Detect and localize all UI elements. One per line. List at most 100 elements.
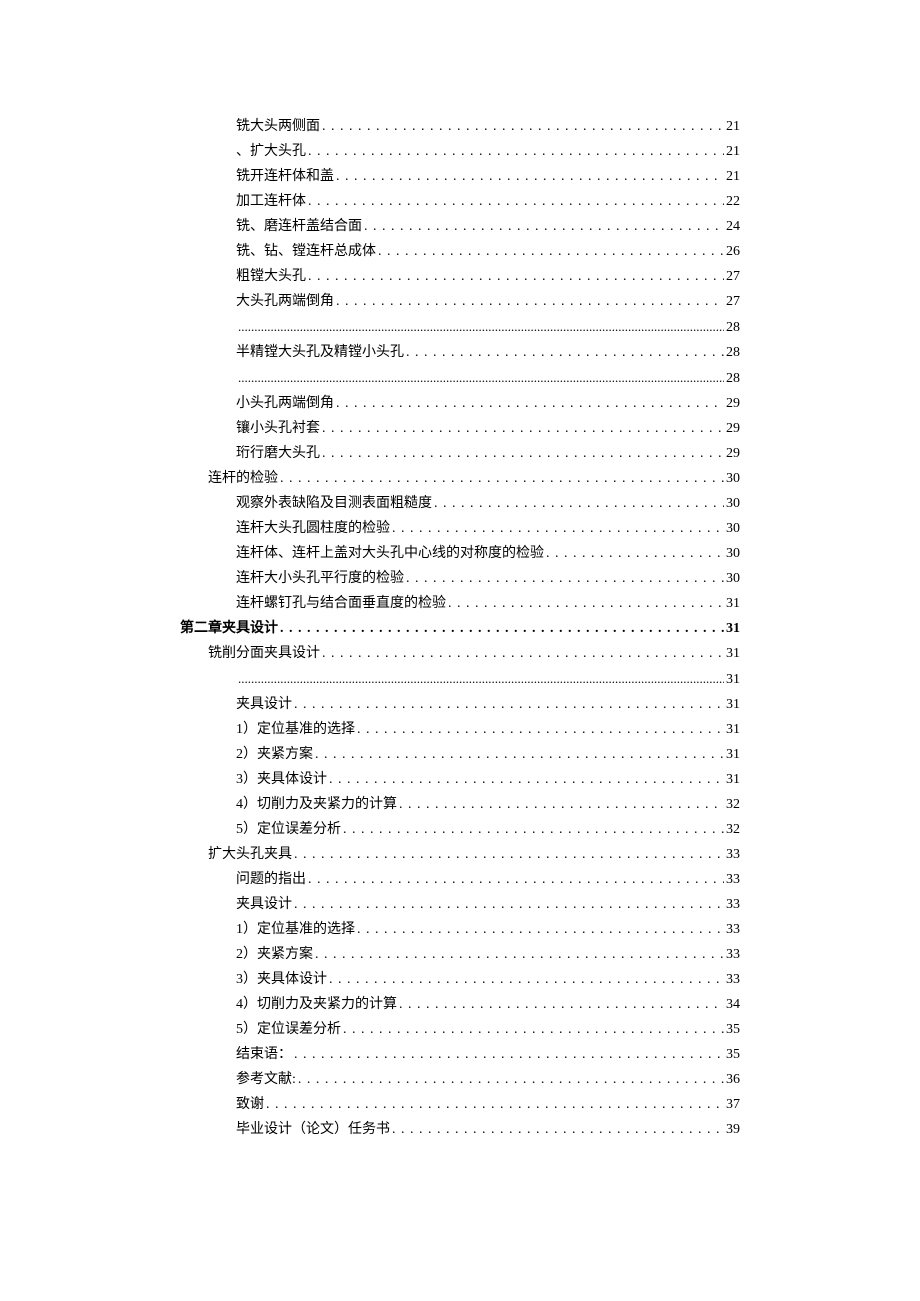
toc-entry-leader [280, 622, 724, 636]
toc-entry-label: 、扩大头孔 [236, 145, 306, 159]
toc-entry-page: 28 [726, 321, 740, 335]
toc-entry: 扩大头孔夹具33 [180, 848, 740, 862]
toc-entry-page: 22 [726, 195, 740, 209]
toc-entry-leader [298, 1073, 724, 1087]
toc-entry-page: 35 [726, 1023, 740, 1037]
toc-entry-page: 26 [726, 245, 740, 259]
toc-entry: 连杆体、连杆上盖对大头孔中心线的对称度的检验30 [180, 547, 740, 561]
toc-entry-page: 29 [726, 422, 740, 436]
toc-entry: 夹具设计31 [180, 698, 740, 712]
toc-entry-label: 观察外表缺陷及目测表面粗糙度 [236, 497, 432, 511]
toc-entry-label: 3）夹具体设计 [236, 973, 327, 987]
toc-entry-leader [238, 320, 724, 335]
toc-entry: 铣、磨连杆盖结合面24 [180, 220, 740, 234]
toc-entry-page: 21 [726, 145, 740, 159]
toc-entry-page: 29 [726, 397, 740, 411]
toc-entry: 镶小头孔衬套29 [180, 422, 740, 436]
toc-entry-label: 夹具设计 [236, 698, 292, 712]
toc-entry: 连杆的检验 30 [180, 472, 740, 486]
toc-entry-label: 小头孔两端倒角 [236, 397, 334, 411]
toc-entry: 夹具设计 33 [180, 898, 740, 912]
toc-entry-label: 铣、钻、镗连杆总成体 [236, 245, 376, 259]
toc-entry-label: 连杆大小头孔平行度的检验 [236, 572, 404, 586]
toc-entry: 参考文献: 36 [180, 1073, 740, 1087]
toc-entry-page: 21 [726, 170, 740, 184]
toc-entry-page: 39 [726, 1123, 740, 1137]
toc-entry-leader [329, 973, 724, 987]
toc-entry-page: 33 [726, 898, 740, 912]
toc-entry-label: 大头孔两端倒角 [236, 295, 334, 309]
toc-entry-leader [294, 898, 724, 912]
toc-entry-label: 5）定位误差分析 [236, 1023, 341, 1037]
toc-entry: 铣、钻、镗连杆总成体 26 [180, 245, 740, 259]
toc-entry-leader [238, 672, 724, 687]
toc-entry: 加工连杆体22 [180, 195, 740, 209]
toc-entry: 5）定位误差分析 32 [180, 823, 740, 837]
toc-entry-leader [294, 1048, 724, 1062]
toc-entry-label: 铣削分面夹具设计 [208, 647, 320, 661]
toc-entry-leader [322, 447, 724, 461]
toc-entry: 28 [180, 371, 740, 386]
toc-entry-page: 31 [726, 647, 740, 661]
toc-entry-label: 问题的指出 [236, 873, 306, 887]
toc-entry-leader [322, 647, 724, 661]
toc-entry-page: 32 [726, 823, 740, 837]
toc-entry-page: 33 [726, 923, 740, 937]
toc-entry: 4）切削力及夹紧力的计算34 [180, 998, 740, 1012]
toc-entry-leader [308, 873, 724, 887]
toc-entry-leader [399, 798, 724, 812]
toc-entry-page: 31 [726, 773, 740, 787]
toc-entry: 连杆大小头孔平行度的检验30 [180, 572, 740, 586]
toc-entry-leader [546, 547, 724, 561]
toc-entry: 毕业设计（论文）任务书 39 [180, 1123, 740, 1137]
toc-entry-label: 参考文献: [236, 1073, 296, 1087]
toc-entry-page: 31 [726, 622, 740, 636]
toc-entry-leader [406, 572, 724, 586]
toc-entry-page: 31 [726, 723, 740, 737]
toc-entry-page: 30 [726, 472, 740, 486]
toc-entry: 半精镗大头孔及精镗小头孔28 [180, 346, 740, 360]
toc-entry-label: 2）夹紧方案 [236, 948, 313, 962]
toc-entry-leader [315, 748, 724, 762]
toc-entry-leader [266, 1098, 724, 1112]
toc-entry-leader [336, 397, 724, 411]
toc-entry: 1）定位基准的选择 31 [180, 723, 740, 737]
toc-entry-leader [392, 522, 724, 536]
toc-entry: 31 [180, 672, 740, 687]
toc-entry-label: 第二章夹具设计 [180, 622, 278, 636]
toc-entry-page: 30 [726, 547, 740, 561]
toc-entry-label: 扩大头孔夹具 [208, 848, 292, 862]
toc-entry-leader [357, 923, 724, 937]
toc-entry-leader [294, 848, 724, 862]
toc-entry-label: 结束语： [236, 1048, 292, 1062]
toc-entry-leader [315, 948, 724, 962]
toc-entry: 3）夹具体设计 33 [180, 973, 740, 987]
toc-entry-label: 铣大头两侧面 [236, 120, 320, 134]
toc-entry-leader [294, 698, 724, 712]
toc-entry-label: 5）定位误差分析 [236, 823, 341, 837]
toc-entry: 小头孔两端倒角 29 [180, 397, 740, 411]
toc-entry: 4）切削力及夹紧力的计算32 [180, 798, 740, 812]
toc-entry-page: 31 [726, 748, 740, 762]
toc-entry-label: 1）定位基准的选择 [236, 723, 355, 737]
toc-entry-leader [392, 1123, 724, 1137]
toc-entry-label: 2）夹紧方案 [236, 748, 313, 762]
toc-entry: 铣开连杆体和盖21 [180, 170, 740, 184]
toc-entry-page: 36 [726, 1073, 740, 1087]
toc-entry-page: 33 [726, 973, 740, 987]
toc-entry-leader [336, 295, 724, 309]
toc-entry-label: 毕业设计（论文）任务书 [236, 1123, 390, 1137]
toc-entry-leader [406, 346, 724, 360]
toc-entry-leader [336, 170, 724, 184]
toc-entry-page: 24 [726, 220, 740, 234]
toc-entry-page: 35 [726, 1048, 740, 1062]
toc-entry-leader [308, 270, 724, 284]
toc-entry-label: 珩行磨大头孔 [236, 447, 320, 461]
toc-entry-label: 连杆的检验 [208, 472, 278, 486]
toc-entry-page: 37 [726, 1098, 740, 1112]
toc-entry-label: 半精镗大头孔及精镗小头孔 [236, 346, 404, 360]
toc-entry-label: 致谢 [236, 1098, 264, 1112]
toc-entry-leader [399, 998, 724, 1012]
toc-entry-label: 夹具设计 [236, 898, 292, 912]
toc-entry-page: 34 [726, 998, 740, 1012]
